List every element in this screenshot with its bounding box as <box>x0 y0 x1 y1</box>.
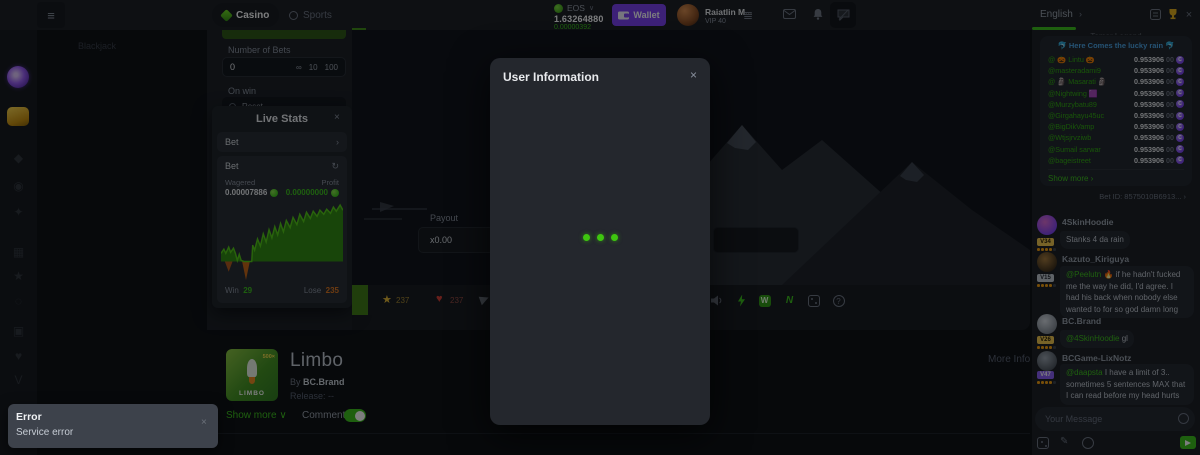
toast-title: Error <box>16 411 42 423</box>
toast-close-icon[interactable]: × <box>201 417 207 428</box>
toast-message: Service error <box>16 427 73 438</box>
user-information-modal: User Information × <box>490 58 710 425</box>
modal-title: User Information <box>503 70 599 84</box>
modal-close-icon[interactable]: × <box>690 68 697 82</box>
app-root: ≡ Casino Sports EOS ∨ 1.63264880 0.00000… <box>0 0 1200 455</box>
loading-dots <box>490 234 710 241</box>
error-toast: Error Service error × <box>8 404 218 448</box>
